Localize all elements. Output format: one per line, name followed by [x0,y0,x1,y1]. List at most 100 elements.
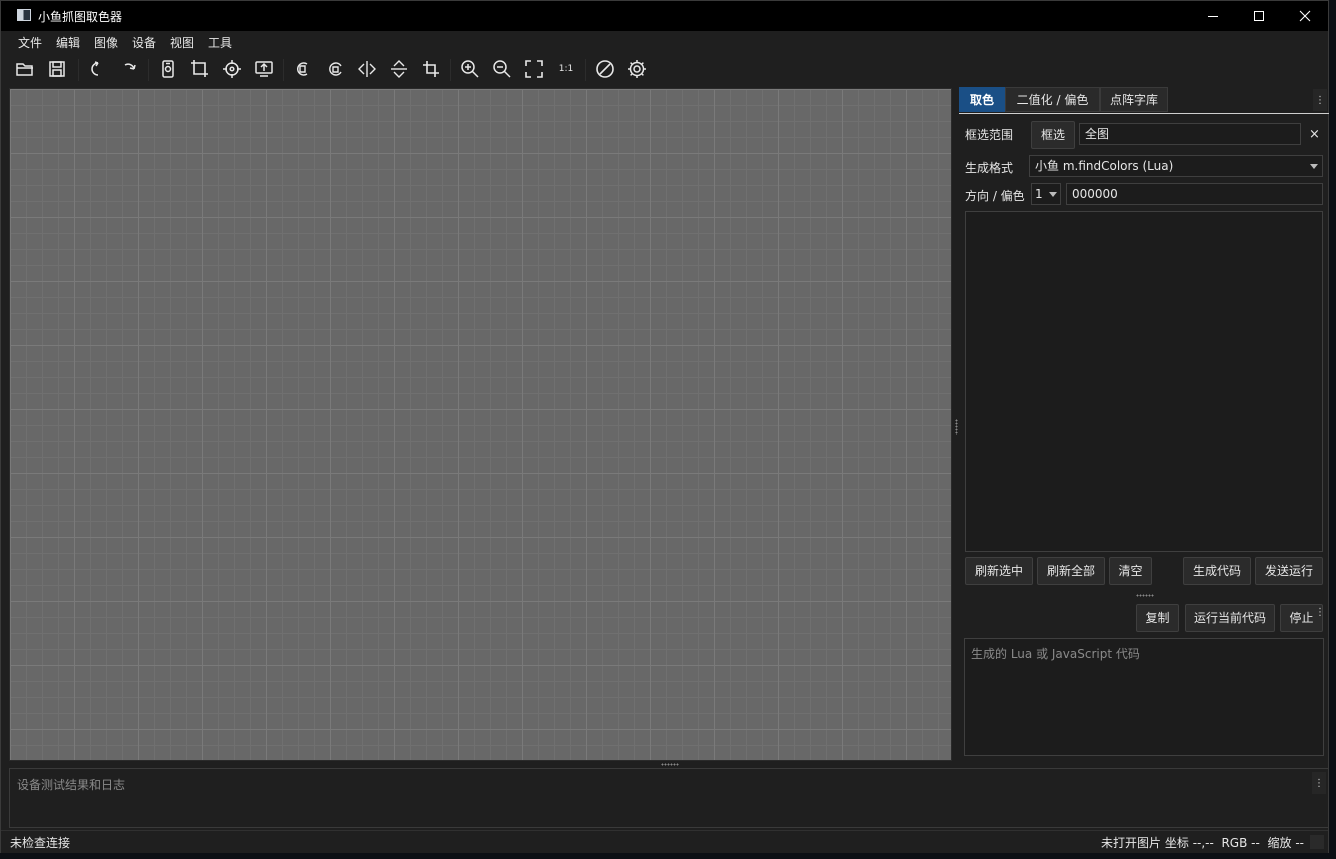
direction-dropdown[interactable]: 1 [1031,183,1061,205]
settings-button[interactable] [623,56,651,82]
rgb-value: -- [1251,836,1260,850]
tab-dot-font[interactable]: 点阵字库 [1100,87,1168,112]
minimize-button[interactable] [1190,1,1236,31]
image-status: 未打开图片 [1101,836,1162,850]
redo-icon [124,63,136,70]
refresh-all-button[interactable]: 刷新全部 [1037,557,1105,585]
maximize-button[interactable] [1236,1,1282,31]
device-screenshot-button[interactable] [154,56,182,82]
status-info: 未打开图片 坐标 --,-- RGB -- 缩放 -- [1101,834,1304,851]
rgb-label: RGB [1221,836,1248,850]
copy-button[interactable]: 复制 [1136,604,1179,632]
chevron-down-icon [1049,192,1057,197]
rotate-left-button[interactable] [288,56,316,82]
flip-vertical-button[interactable] [385,56,413,82]
code-placeholder: 生成的 Lua 或 JavaScript 代码 [971,647,1140,661]
color-offset-field[interactable]: 000000 [1066,183,1323,205]
clear-range-icon[interactable]: × [1309,127,1320,142]
open-folder-icon [16,63,33,76]
undo-button[interactable] [81,56,109,82]
zoom-value: -- [1295,836,1304,850]
menu-device[interactable]: 设备 [132,34,156,51]
zoom-label: 缩放 [1267,836,1292,850]
select-range-button[interactable]: 框选 [1031,121,1075,149]
generate-code-button[interactable]: 生成代码 [1183,557,1251,585]
close-button[interactable] [1282,1,1328,31]
crosshair-icon [223,60,241,78]
menu-file[interactable]: 文件 [18,34,42,51]
zoom-in-button[interactable] [456,56,484,82]
vertical-splitter-handle[interactable] [955,419,958,435]
toolbar-separator [148,59,149,81]
upload-screen-button[interactable] [250,56,278,82]
log-menu-icon[interactable]: ⋮ [1312,772,1326,794]
format-dropdown-value: 小鱼 m.findColors (Lua) [1035,159,1174,173]
coord-value: --,-- [1192,836,1214,850]
resize-grip-icon[interactable] [1310,835,1324,849]
menu-image[interactable]: 图像 [94,34,118,51]
open-button[interactable] [11,56,39,82]
fit-screen-icon [525,60,543,78]
crop-icon [423,61,439,77]
panel-splitter-handle[interactable] [1136,594,1154,597]
crop-region-icon [191,60,208,77]
run-current-code-button[interactable]: 运行当前代码 [1185,604,1275,632]
log-placeholder: 设备测试结果和日志 [17,778,126,792]
save-button[interactable] [43,56,71,82]
send-run-button[interactable]: 发送运行 [1255,557,1323,585]
crosshair-button[interactable] [218,56,246,82]
generated-code-editor[interactable]: 生成的 Lua 或 JavaScript 代码 [964,638,1324,756]
toolbar-separator [585,59,586,81]
toolbar-separator [450,59,451,81]
format-dropdown[interactable]: 小鱼 m.findColors (Lua) [1029,155,1323,177]
rotate-right-icon [329,62,342,76]
range-value-field[interactable]: 全图 [1079,123,1301,145]
crop-region-button[interactable] [186,56,214,82]
color-points-list[interactable] [965,211,1323,552]
maximize-icon [1254,11,1264,21]
tab-pick-color[interactable]: 取色 [959,87,1005,112]
title-bar: 小鱼抓图取色器 [1,1,1328,31]
panel-menu-icon[interactable]: ⋮ [1313,89,1327,111]
upload-screen-icon [255,61,273,77]
status-bar: 未检查连接 未打开图片 坐标 --,-- RGB -- 缩放 -- [1,830,1328,853]
crop-button[interactable] [417,56,445,82]
toolbar-separator [78,59,79,81]
fit-screen-button[interactable] [520,56,548,82]
redo-button[interactable] [114,56,142,82]
menu-bar: 文件 编辑 图像 设备 视图 工具 [1,31,1328,53]
app-window: 小鱼抓图取色器 文件 编辑 图像 设备 视图 工具 1:1 取色 二值化 / 偏… [0,0,1329,853]
flip-horizontal-button[interactable] [353,56,381,82]
flip-vertical-icon [391,60,407,78]
menu-edit[interactable]: 编辑 [56,34,80,51]
stop-button[interactable] [591,56,619,82]
settings-gear-icon [628,60,646,78]
menu-tools[interactable]: 工具 [208,34,232,51]
menu-view[interactable]: 视图 [170,34,194,51]
code-panel-menu-icon[interactable]: ⋮ [1315,605,1325,619]
toolbar: 1:1 [1,53,1328,86]
log-splitter-handle[interactable] [661,763,679,766]
log-panel[interactable]: 设备测试结果和日志 ⋮ [9,768,1329,828]
clear-button[interactable]: 清空 [1109,557,1152,585]
undo-icon [91,61,99,76]
app-icon [17,9,31,21]
refresh-selected-button[interactable]: 刷新选中 [965,557,1033,585]
image-canvas[interactable] [9,88,952,761]
flip-horizontal-icon [358,61,376,77]
actual-size-button[interactable]: 1:1 [552,56,580,82]
stop-icon [596,60,614,78]
range-label: 框选范围 [965,128,1014,142]
zoom-out-button[interactable] [488,56,516,82]
direction-label: 方向 / 偏色 [965,189,1025,203]
tab-binarize[interactable]: 二值化 / 偏色 [1005,87,1100,112]
close-icon [1299,10,1311,22]
format-label: 生成格式 [965,161,1014,175]
panel-tabs: 取色 二值化 / 偏色 点阵字库 ⋮ [959,87,1329,114]
toolbar-separator [283,59,284,81]
coord-label: 坐标 [1164,836,1189,850]
minimize-icon [1208,16,1218,17]
rotate-right-button[interactable] [321,56,349,82]
color-picker-panel: 取色 二值化 / 偏色 点阵字库 ⋮ 框选范围 框选 全图 × 生成格式 小鱼 … [959,87,1329,759]
direction-dropdown-value: 1 [1035,187,1043,201]
